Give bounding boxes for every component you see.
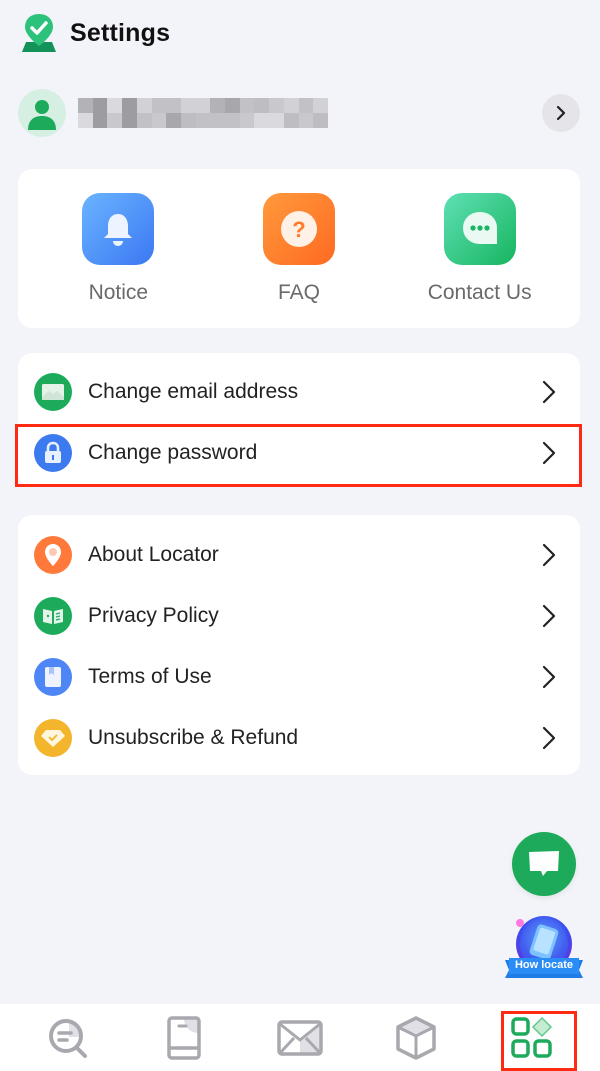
bell-icon (82, 193, 155, 265)
row-label: Change email address (88, 379, 299, 403)
terms-of-use-row[interactable]: Terms of Use (18, 646, 580, 707)
chat-bubble-icon (443, 193, 516, 265)
map-pin-check-icon (22, 14, 56, 52)
floating-chat-button[interactable] (512, 832, 576, 896)
row-label: Change password (88, 440, 258, 464)
profile-name-blurred (78, 98, 328, 128)
quick-action-label: Notice (88, 281, 149, 304)
chevron-right-icon (542, 441, 556, 464)
row-label: Privacy Policy (88, 603, 219, 627)
quick-action-faq[interactable]: ? FAQ (219, 169, 379, 328)
search-list-icon (49, 1018, 87, 1058)
diamond-icon (34, 718, 72, 757)
message-icon (529, 851, 559, 876)
bottom-tab-bar (0, 1004, 600, 1071)
chevron-right-icon (542, 380, 556, 403)
chevron-right-icon (542, 665, 556, 688)
profile-arrow-button[interactable] (542, 94, 580, 132)
tab-package[interactable] (386, 1008, 446, 1068)
about-locator-row[interactable]: About Locator (18, 524, 580, 585)
location-pin-icon (34, 535, 72, 574)
unsubscribe-refund-row[interactable]: Unsubscribe & Refund (18, 707, 580, 768)
question-icon: ? (262, 193, 335, 265)
user-icon (28, 100, 56, 130)
envelope-icon (34, 372, 72, 411)
tab-search[interactable] (38, 1008, 98, 1068)
chevron-right-icon (542, 726, 556, 749)
row-label: Terms of Use (88, 664, 212, 688)
tab-apps[interactable] (502, 1008, 562, 1068)
quick-action-label: FAQ (277, 281, 320, 304)
how-locate-label: How locate (514, 959, 574, 971)
change-email-row[interactable]: Change email address (18, 361, 580, 422)
book-tab-icon (167, 1015, 201, 1060)
chevron-right-icon (556, 105, 566, 121)
row-label: About Locator (88, 542, 219, 566)
lock-icon (34, 433, 72, 472)
change-password-row[interactable]: Change password (18, 422, 580, 483)
avatar (18, 89, 66, 137)
box-icon (396, 1015, 436, 1060)
quick-action-notice[interactable]: Notice (38, 169, 198, 328)
apps-grid-icon (511, 1016, 553, 1058)
tab-mail[interactable] (270, 1008, 330, 1068)
quick-action-contact[interactable]: Contact Us (400, 169, 560, 328)
quick-action-label: Contact Us (427, 281, 532, 304)
header: Settings (22, 12, 170, 54)
tab-book[interactable] (154, 1008, 214, 1068)
mail-icon (277, 1019, 323, 1056)
bookmark-doc-icon (34, 657, 72, 696)
page-title: Settings (70, 18, 171, 47)
row-label: Unsubscribe & Refund (88, 725, 299, 749)
quick-actions-card: Notice ? FAQ Contact Us (18, 169, 580, 328)
how-locate-button[interactable]: How locate (503, 914, 585, 980)
profile-row[interactable] (18, 88, 582, 138)
chevron-right-icon (542, 604, 556, 627)
privacy-policy-row[interactable]: Privacy Policy (18, 585, 580, 646)
info-card: About Locator Privacy Policy Terms of Us… (18, 515, 580, 775)
chevron-right-icon (542, 543, 556, 566)
svg-text:?: ? (292, 217, 305, 242)
account-settings-card: Change email address Change password (18, 353, 580, 487)
book-icon (34, 596, 72, 635)
